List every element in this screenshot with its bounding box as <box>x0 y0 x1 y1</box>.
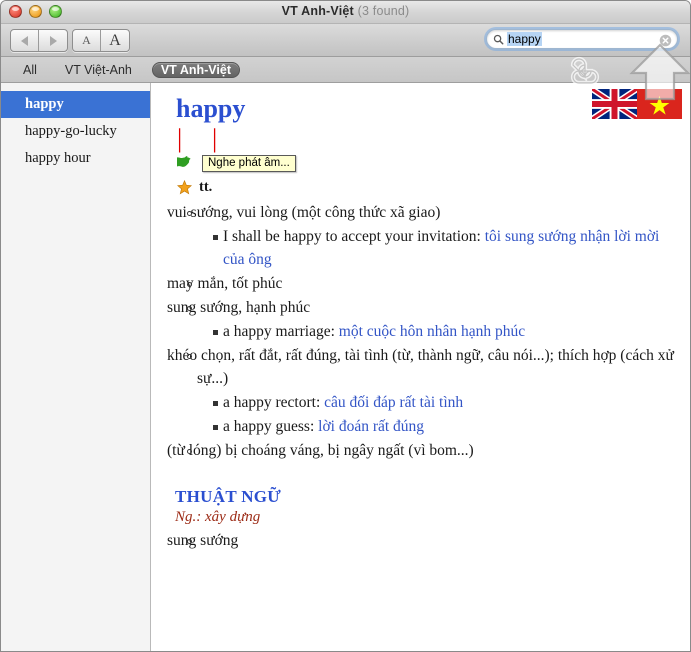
forward-arrow-icon <box>49 35 57 46</box>
results-sidebar: happy happy-go-lucky happy hour <box>1 83 151 651</box>
small-a-icon: A <box>82 33 91 47</box>
large-a-icon: A <box>109 31 121 49</box>
forward-button[interactable] <box>39 30 67 51</box>
part-of-speech-label: tt. <box>199 179 213 196</box>
window-title: VT Anh-Việt (3 found) <box>1 4 690 18</box>
example-translation: lời đoán rất đúng <box>318 417 425 435</box>
pronunciation-mark-1: | <box>177 124 183 154</box>
sense-text: vui sướng, vui lòng (một công thức xã gi… <box>167 204 441 222</box>
example-item: a happy marriage: một cuộc hôn nhân hạnh… <box>197 321 674 344</box>
search-field[interactable]: happy <box>486 29 678 49</box>
decrease-font-button[interactable]: A <box>73 30 101 51</box>
toolbar: A A happy <box>1 24 690 57</box>
entry-pane: happy | | Nghe phát âm... tt. vui sướng,… <box>151 83 690 651</box>
main-content: happy happy-go-lucky happy hour happy | … <box>1 83 690 651</box>
font-size-segmented-control: A A <box>72 29 130 52</box>
sense-text: khéo chọn, rất đắt, rất đúng, tài tình (… <box>167 346 674 387</box>
vietnam-flag-icon <box>637 89 682 119</box>
uk-flag-icon <box>592 89 637 119</box>
sidebar-item-happy-hour[interactable]: happy hour <box>1 145 150 172</box>
part-of-speech-row: tt. <box>177 179 674 198</box>
sense-item: (từ lóng) bị choáng váng, bị ngây ngất (… <box>167 440 674 463</box>
clear-icon[interactable] <box>659 34 672 47</box>
example-item: I shall be happy to accept your invitati… <box>197 226 674 272</box>
sense-text: may mắn, tốt phúc <box>167 275 283 293</box>
sense-item: may mắn, tốt phúc <box>167 273 674 296</box>
scope-bar: All VT Việt-Anh VT Anh-Việt <box>1 57 690 83</box>
increase-font-button[interactable]: A <box>101 30 129 51</box>
apple-icon[interactable] <box>177 156 191 172</box>
example-list: a happy rectort: câu đối đáp rất tài tìn… <box>197 392 674 439</box>
example-translation: một cuộc hôn nhân hạnh phúc <box>338 322 526 340</box>
sense-item: sung sướng, hạnh phúc a happy marriage: … <box>167 297 674 344</box>
sidebar-item-happy[interactable]: happy <box>1 91 150 118</box>
window-title-text: VT Anh-Việt <box>281 4 354 18</box>
pronunciation-row: | | <box>177 126 674 154</box>
sense-text: (từ lóng) bị choáng váng, bị ngây ngất (… <box>167 441 474 459</box>
terminology-section-title: THUẬT NGỮ <box>175 486 282 506</box>
example-item: a happy rectort: câu đối đáp rất tài tìn… <box>197 392 674 415</box>
search-input-value[interactable]: happy <box>507 32 542 46</box>
example-source: I shall be happy to accept your invitati… <box>223 228 485 246</box>
star-icon[interactable] <box>177 180 192 195</box>
sense-text: sung sướng, hạnh phúc <box>167 299 311 317</box>
navigation-segmented-control <box>10 29 68 52</box>
language-flags <box>592 89 682 119</box>
back-button[interactable] <box>11 30 39 51</box>
terminology-field-label: Ng.: xây dựng <box>175 508 261 525</box>
example-list: I shall be happy to accept your invitati… <box>197 226 674 272</box>
title-bar: VT Anh-Việt (3 found) <box>1 1 690 24</box>
audio-tooltip: Nghe phát âm... <box>202 155 296 173</box>
sense-item: vui sướng, vui lòng (một công thức xã gi… <box>167 202 674 272</box>
tab-vt-anh-viet[interactable]: VT Anh-Việt <box>151 61 240 78</box>
tab-all[interactable]: All <box>15 62 45 78</box>
pronunciation-mark-2: | <box>212 124 218 154</box>
sidebar-item-happy-go-lucky[interactable]: happy-go-lucky <box>1 118 150 145</box>
sense-item: khéo chọn, rất đắt, rất đúng, tài tình (… <box>167 345 674 439</box>
example-translation: câu đối đáp rất tài tình <box>324 393 464 411</box>
back-arrow-icon <box>21 35 28 46</box>
example-source: a happy marriage: <box>223 322 339 340</box>
example-list: a happy marriage: một cuộc hôn nhân hạnh… <box>197 321 674 344</box>
app-window: VT Anh-Việt (3 found) A A happy All VT V… <box>0 0 691 652</box>
sense-list: vui sướng, vui lòng (một công thức xã gi… <box>167 202 674 462</box>
sense-text: sung sướng <box>167 531 239 549</box>
audio-row: Nghe phát âm... <box>177 155 674 175</box>
example-source: a happy guess: <box>223 417 319 435</box>
window-title-found-count: (3 found) <box>357 4 410 18</box>
tab-vt-viet-anh[interactable]: VT Việt-Anh <box>57 62 140 78</box>
terminology-sense-list: sung sướng <box>167 530 674 553</box>
sense-item: sung sướng <box>167 530 674 553</box>
example-source: a happy rectort: <box>223 393 325 411</box>
example-item: a happy guess: lời đoán rất đúng <box>197 416 674 439</box>
search-icon <box>493 34 504 44</box>
